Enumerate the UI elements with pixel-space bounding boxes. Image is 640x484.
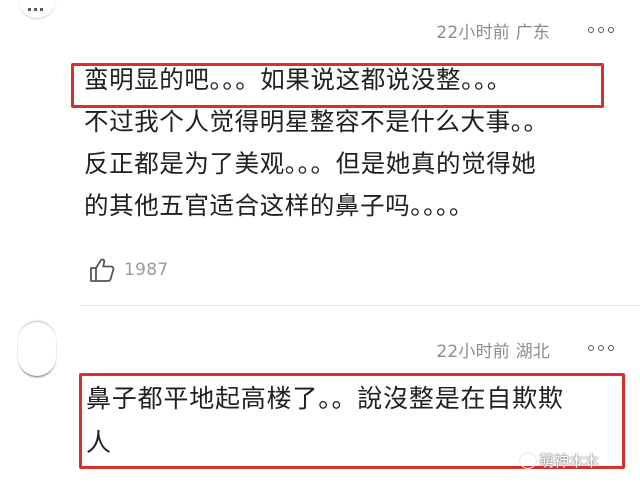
- watermark-text: 萌神木木: [539, 452, 600, 470]
- comment-line: 不过我个人觉得明星整容不是什么大事。。: [84, 107, 549, 136]
- comment-location: 湖北: [515, 342, 550, 362]
- more-options-icon[interactable]: [588, 338, 614, 358]
- more-options-icon[interactable]: [588, 20, 614, 40]
- watermark: 萌神木木: [520, 450, 599, 471]
- platform-logo-icon: [520, 452, 536, 469]
- comment-line: 反正都是为了美观。。。但是她真的觉得她: [84, 149, 537, 178]
- comment-time: 22小时前: [436, 23, 510, 43]
- divider: [80, 305, 640, 306]
- thumbs-up-icon: [90, 258, 115, 282]
- comment-meta: 22小时前 广东: [436, 18, 550, 43]
- like-button[interactable]: 1987: [88, 254, 168, 286]
- avatar[interactable]: [18, 0, 56, 18]
- comment-text: 蛮明显的吧。。。如果说这都说没整。。。 不过我个人觉得明星整容不是什么大事。。 …: [84, 59, 624, 227]
- comment-feed: 22小时前 广东 蛮明显的吧。。。如果说这都说没整。。。 不过我个人觉得明星整容…: [0, 0, 640, 484]
- like-count: 1987: [124, 260, 169, 280]
- comment-time: 22小时前: [436, 342, 510, 362]
- avatar[interactable]: [18, 322, 56, 376]
- comment-line: 鼻子都平地起高楼了。。說沒整是在自欺欺: [86, 384, 564, 413]
- comment-line: 蛮明显的吧。。。如果说这都说没整。。。: [84, 65, 512, 94]
- comment-location: 广东: [515, 23, 550, 43]
- comment-line: 的其他五官适合这样的鼻子吗。。。。: [84, 191, 474, 220]
- comment-meta: 22小时前 湖北: [436, 337, 550, 362]
